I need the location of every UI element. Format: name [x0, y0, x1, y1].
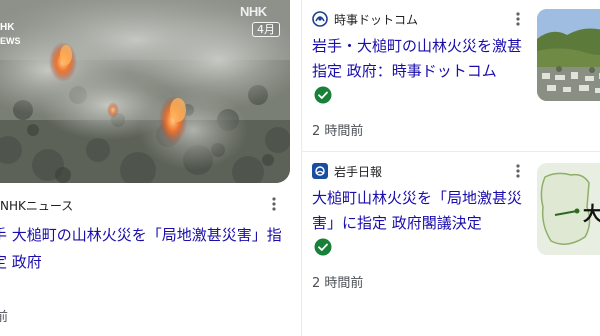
month-tag: 4月	[252, 22, 280, 37]
news-source: NHKニュース	[0, 199, 74, 213]
nhk-watermark-text: NHK	[240, 4, 267, 19]
logo-top-text: HK	[0, 22, 15, 33]
news-timestamp: 2 時間前	[312, 124, 364, 139]
news-source-row: 時事ドットコム	[312, 10, 418, 28]
verified-check-icon	[314, 86, 332, 104]
news-headline-link[interactable]: 手 大槌町の山林火災を「局地激甚災害」指定 政府	[0, 222, 282, 276]
more-options-icon[interactable]	[514, 10, 522, 28]
more-options-icon[interactable]	[514, 162, 522, 180]
forest-fire-image	[0, 0, 290, 183]
news-thumbnail-landscape[interactable]	[537, 9, 600, 101]
news-source: 時事ドットコム	[334, 12, 419, 27]
news-headline-link[interactable]: 岩手・大槌町の山林火災を激甚指定 政府：時事ドットコム	[312, 34, 527, 84]
verified-check-icon	[314, 238, 332, 256]
map-label: 大	[583, 203, 600, 225]
news-headline-link[interactable]: 大槌町山林火災を「局地激甚災害」に指定 政府閣議決定	[312, 186, 527, 236]
logo-bottom-text: EWS	[0, 36, 21, 46]
news-thumbnail-fire[interactable]: HK EWS NHK 4月	[0, 0, 290, 183]
news-card-iwate-nippo[interactable]: 岩手日報 大槌町山林火災を「局地激甚災害」に指定 政府閣議決定 2 時間前 大	[302, 152, 600, 302]
news-thumbnail-map[interactable]: 大	[537, 163, 600, 255]
town-landscape-image	[537, 9, 600, 101]
iwate-nippo-logo-icon	[312, 163, 328, 179]
news-timestamp: 2 時間前	[312, 276, 364, 291]
news-card-nhk[interactable]: HK EWS NHK 4月 NHKニュース 手 大槌町の山林火災を「局地激甚災害…	[0, 0, 290, 336]
jiji-logo-icon	[312, 11, 328, 27]
news-timestamp: 分前	[0, 310, 9, 325]
news-source: 岩手日報	[334, 164, 383, 179]
news-results-grid: HK EWS NHK 4月 NHKニュース 手 大槌町の山林火災を「局地激甚災害…	[0, 0, 600, 336]
nhk-news-logo: HK EWS	[0, 18, 22, 46]
news-card-jiji[interactable]: 時事ドットコム 岩手・大槌町の山林火災を激甚指定 政府：時事ドットコム 2 時間…	[302, 0, 600, 150]
more-options-icon[interactable]	[269, 195, 279, 213]
news-source-row: 岩手日報	[312, 162, 382, 180]
